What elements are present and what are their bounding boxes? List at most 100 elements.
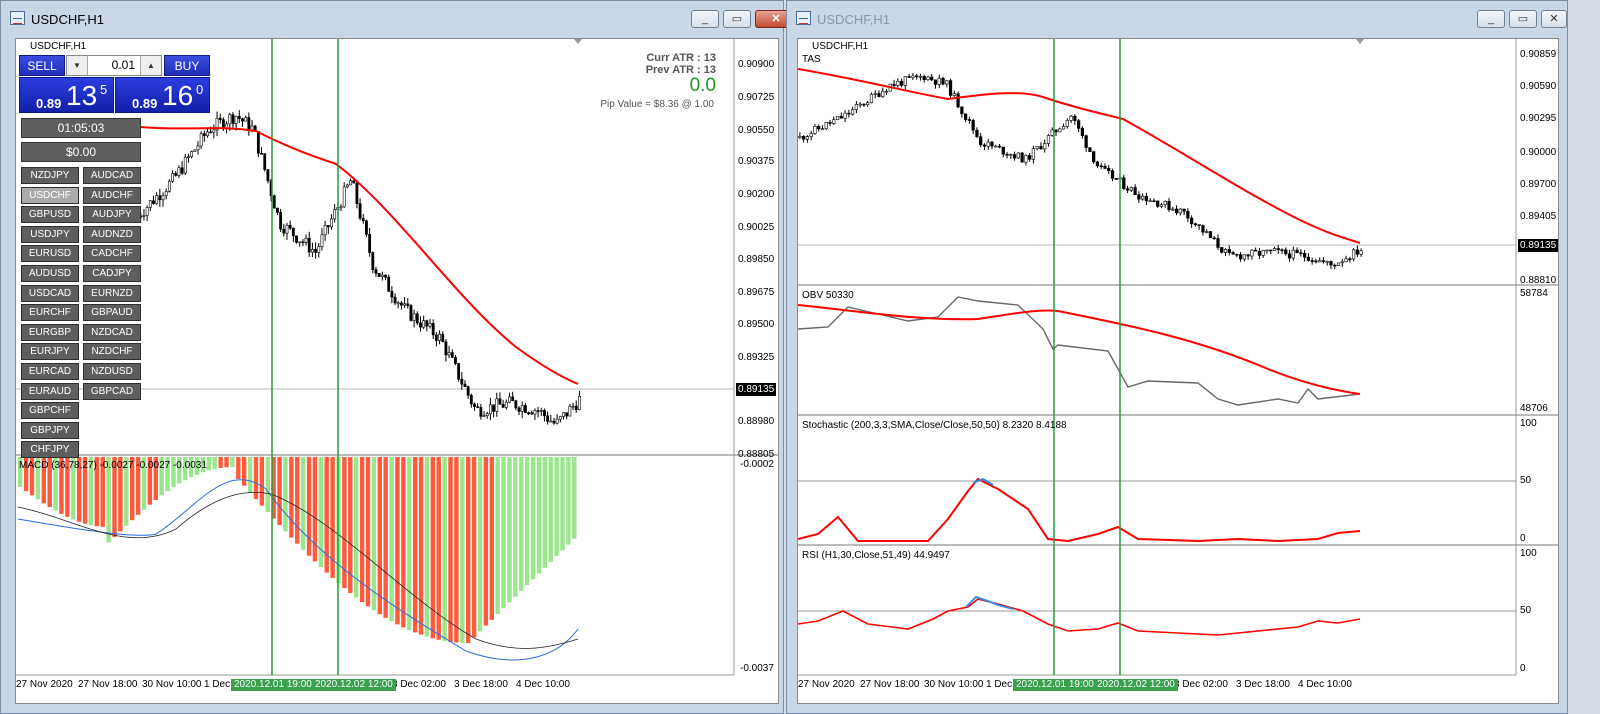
sell-price-box[interactable]: 0.89 13 5 [19, 77, 114, 113]
candle-body [142, 215, 146, 217]
symbol-button-eurgbp[interactable]: EURGBP [21, 323, 79, 341]
lot-size-value: 0.01 [111, 58, 135, 72]
chart-header-label: USDCHF,H1 [30, 41, 87, 52]
right-chart-area[interactable]: USDCHF,H1 TAS 0.90859 0.90590 0.90295 0.900… [797, 38, 1559, 704]
candle-body [835, 115, 840, 121]
lot-decrease-button[interactable]: ▼ [67, 56, 88, 75]
candle-body [492, 404, 496, 412]
candle-body [1005, 153, 1009, 156]
symbol-button-usdcad[interactable]: USDCAD [21, 284, 79, 302]
left-window-titlebar[interactable]: USDCHF,H1 _ ▭ ✕ [1, 1, 797, 37]
macd-histogram-bar [359, 457, 365, 603]
symbol-button-gbpaud[interactable]: GBPAUD [83, 304, 141, 322]
symbol-button-audchf[interactable]: AUDCHF [83, 186, 141, 204]
stochastic-main-line [798, 477, 1361, 543]
macd-histogram-bar [424, 457, 430, 637]
candle-body [854, 104, 859, 110]
candle-body [488, 404, 492, 415]
symbol-button-chfjpy[interactable]: CHFJPY [21, 441, 79, 459]
right-chart-plot[interactable] [798, 39, 1559, 704]
candle-body [380, 274, 384, 277]
buy-price-pips: 16 [162, 80, 194, 111]
macd-histogram-bar [483, 457, 489, 626]
symbol-button-usdchf[interactable]: USDCHF [21, 186, 79, 204]
symbol-button-gbpusd[interactable]: GBPUSD [21, 206, 79, 224]
price-tick-label: 0.90000 [1520, 147, 1557, 158]
macd-histogram-bar [519, 457, 524, 591]
symbol-button-eurusd[interactable]: EURUSD [21, 245, 79, 263]
macd-histogram-bar [436, 457, 441, 640]
candle-body [428, 323, 432, 327]
right-current-price-tag: 0.89135 [1518, 239, 1558, 252]
chart-window-icon [10, 11, 25, 25]
macd-histogram-bar [566, 457, 571, 545]
candle-body [1174, 208, 1179, 214]
candle-body [956, 93, 960, 108]
symbol-button-eurjpy[interactable]: EURJPY [21, 343, 79, 361]
candle-body [508, 396, 511, 403]
candle-body [1031, 148, 1036, 160]
symbol-button-audcad[interactable]: AUDCAD [83, 167, 141, 184]
symbol-button-cadjpy[interactable]: CADJPY [83, 265, 141, 282]
symbol-button-audnzd[interactable]: AUDNZD [83, 225, 141, 243]
symbol-button-eurcad[interactable]: EURCAD [21, 363, 79, 380]
candle-body [1171, 208, 1175, 211]
buy-price-box[interactable]: 0.89 16 0 [115, 77, 210, 113]
lot-size-input[interactable]: ▼ 0.01 ▲ [66, 55, 162, 76]
atr-value: 0.0 [689, 75, 716, 96]
candle-body [288, 224, 292, 229]
candle-body [326, 225, 330, 228]
macd-histogram-bar [401, 457, 406, 628]
candle-body [798, 135, 802, 138]
symbol-button-eurchf[interactable]: EURCHF [21, 304, 79, 322]
symbol-button-cadchf[interactable]: CADCHF [83, 245, 141, 263]
candle-body [1291, 249, 1295, 259]
candle-body [1182, 208, 1186, 212]
restore-button[interactable]: ▭ [723, 10, 751, 28]
sell-button[interactable]: SELL [19, 55, 65, 76]
candle-body [1208, 231, 1213, 239]
candle-body [555, 418, 559, 424]
restore-button[interactable]: ▭ [1509, 10, 1537, 28]
left-chart-area[interactable]: USDCHF,H1 SELL ▼ 0.01 ▲ BUY 0.89 13 5 0.… [15, 38, 779, 704]
candle-body [148, 200, 152, 208]
candle-body [877, 93, 881, 97]
buy-button[interactable]: BUY [164, 55, 210, 76]
symbol-button-usdjpy[interactable]: USDJPY [21, 225, 79, 243]
symbol-button-eurnzd[interactable]: EURNZD [83, 284, 141, 302]
candle-body [1107, 168, 1111, 171]
candle-body [193, 149, 197, 152]
candle-body [393, 296, 397, 304]
candle-body [339, 206, 343, 209]
symbol-button-euraud[interactable]: EURAUD [21, 382, 79, 400]
macd-histogram-bar [454, 457, 459, 643]
left-chart-window[interactable]: USDCHF,H1 _ ▭ ✕ USDCHF,H1 SELL ▼ 0.01 ▲ … [0, 0, 797, 714]
symbol-button-nzdjpy[interactable]: NZDJPY [21, 167, 79, 184]
rsi-label: RSI (H1,30,Close,51,49) 44.9497 [802, 550, 950, 561]
symbol-button-nzdchf[interactable]: NZDCHF [83, 343, 141, 361]
symbol-button-nzdusd[interactable]: NZDUSD [83, 363, 141, 380]
close-button[interactable]: ✕ [1541, 10, 1567, 28]
symbol-button-nzdcad[interactable]: NZDCAD [83, 323, 141, 341]
time-tick-label: 30 Nov 10:00 [924, 679, 984, 690]
candle-body [272, 195, 276, 209]
symbol-button-audjpy[interactable]: AUDJPY [83, 206, 141, 224]
symbol-button-gbpchf[interactable]: GBPCHF [21, 402, 79, 420]
right-window-titlebar[interactable]: USDCHF,H1 _ ▭ ✕ [787, 1, 1567, 37]
candle-body [543, 409, 546, 417]
minimize-button[interactable]: _ [1477, 10, 1505, 28]
candle-body [323, 225, 327, 236]
macd-histogram-bar [283, 457, 288, 532]
candle-body [460, 378, 464, 385]
symbol-button-gbpjpy[interactable]: GBPJPY [21, 421, 79, 439]
lot-increase-button[interactable]: ▲ [140, 56, 161, 75]
minimize-button[interactable]: _ [691, 10, 719, 28]
curr-atr-label: Curr ATR : 13 [646, 52, 716, 64]
candle-body [1302, 253, 1307, 258]
candle-body [199, 133, 203, 147]
symbol-button-audusd[interactable]: AUDUSD [21, 265, 79, 282]
stoch-axis-50: 50 [1520, 475, 1532, 486]
right-chart-window[interactable]: USDCHF,H1 _ ▭ ✕ USDCHF,H1 TAS 0.90859 0.9… [786, 0, 1568, 714]
symbol-button-gbpcad[interactable]: GBPCAD [83, 382, 141, 400]
candle-body [577, 396, 581, 410]
